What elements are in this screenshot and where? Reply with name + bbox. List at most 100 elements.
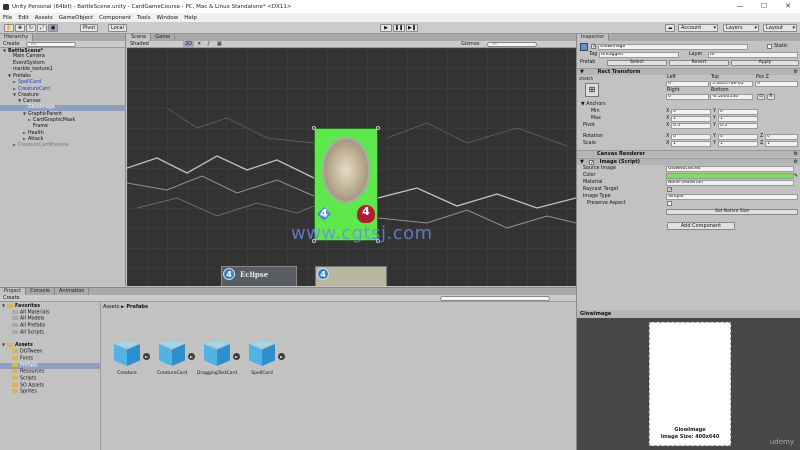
- minimize-button[interactable]: —: [728, 0, 752, 13]
- expand-prefab-icon[interactable]: ►: [278, 353, 285, 360]
- step-button-icon[interactable]: ▶❚: [406, 24, 418, 32]
- raw-edit-icon[interactable]: R: [767, 94, 775, 100]
- pivot-x-field[interactable]: 0.5: [671, 123, 711, 129]
- tag-dropdown[interactable]: Untagged: [599, 52, 679, 58]
- rect-handle-tr[interactable]: [376, 126, 380, 130]
- source-image-field[interactable]: GlowNotSliced: [666, 166, 794, 172]
- max-x-field[interactable]: 1: [671, 116, 711, 122]
- prefab-asset[interactable]: ► SpellCard: [242, 341, 285, 376]
- rect-transform-header[interactable]: ▼ Rect Transform ⚙: [577, 68, 800, 75]
- left-field[interactable]: 0: [666, 81, 709, 87]
- rect-handle-tl[interactable]: [312, 126, 316, 130]
- tab-game[interactable]: Game: [151, 34, 176, 41]
- menu-gameobject[interactable]: GameObject: [59, 15, 93, 21]
- raycast-target-checkbox[interactable]: ✓: [667, 187, 672, 193]
- anchor-preset-icon[interactable]: ⊞: [585, 83, 599, 97]
- project-tree-item[interactable]: All Scripts: [0, 329, 100, 337]
- add-component-button[interactable]: Add Component: [667, 222, 735, 230]
- project-tree-item[interactable]: Prefabs: [0, 362, 100, 370]
- 2d-toggle[interactable]: 2D: [183, 41, 195, 47]
- project-tree-item[interactable]: Scripts: [0, 375, 100, 383]
- effects-toggle-icon[interactable]: ▦: [217, 41, 222, 47]
- hierarchy-create-button[interactable]: Create: [3, 41, 20, 47]
- rot-x-field[interactable]: 0: [671, 134, 711, 140]
- menu-assets[interactable]: Assets: [35, 15, 53, 21]
- pivot-toggle[interactable]: Pivot: [80, 24, 99, 32]
- project-tree-item[interactable]: ▼ Assets: [0, 342, 100, 349]
- canvas-renderer-header[interactable]: Canvas Renderer ⚙: [577, 150, 800, 157]
- min-y-field[interactable]: 0: [718, 109, 758, 115]
- expand-prefab-icon[interactable]: ►: [143, 353, 150, 360]
- set-native-size-button[interactable]: Set Native Size: [666, 209, 798, 215]
- menu-tools[interactable]: Tools: [137, 15, 151, 21]
- bottom-field[interactable]: -0.5000534: [710, 94, 753, 100]
- layout-dropdown[interactable]: Layout: [763, 24, 797, 32]
- eyedropper-icon[interactable]: ✎: [794, 173, 798, 179]
- hierarchy-search-input[interactable]: All: [26, 42, 76, 47]
- scene-search-input[interactable]: All: [487, 42, 537, 47]
- tab-project[interactable]: Project: [0, 288, 27, 295]
- tab-console[interactable]: Console: [26, 288, 55, 295]
- play-button-icon[interactable]: ▶: [380, 24, 392, 32]
- tab-animation[interactable]: Animation: [54, 288, 90, 295]
- menu-file[interactable]: File: [3, 15, 12, 21]
- max-y-field[interactable]: 1: [718, 116, 758, 122]
- scene-viewport[interactable]: 4 4 www.cgtsj.com Eclipse 4 4: [127, 48, 576, 286]
- breadcrumb-assets[interactable]: Assets: [103, 304, 119, 310]
- project-search-input[interactable]: [440, 296, 550, 301]
- menu-help[interactable]: Help: [184, 15, 197, 21]
- image-type-dropdown[interactable]: Simple: [666, 194, 798, 200]
- hand-tool-icon[interactable]: ✋: [4, 24, 14, 32]
- move-tool-icon[interactable]: ✥: [15, 24, 25, 32]
- menu-window[interactable]: Window: [157, 15, 179, 21]
- min-x-field[interactable]: 0: [671, 109, 711, 115]
- prefab-asset[interactable]: ► Creature: [107, 341, 150, 376]
- blueprint-mode-icon[interactable]: ⊡: [757, 94, 765, 100]
- project-tree-item[interactable]: All Prefabs: [0, 323, 100, 330]
- prefab-revert-button[interactable]: Revert: [669, 60, 729, 66]
- static-checkbox[interactable]: [767, 44, 772, 49]
- menu-edit[interactable]: Edit: [18, 15, 29, 21]
- project-tree-item[interactable]: DOTween: [0, 349, 100, 356]
- project-tree-item[interactable]: ▼ Favorites: [0, 303, 100, 310]
- account-dropdown[interactable]: Account: [678, 24, 718, 32]
- preserve-aspect-checkbox[interactable]: [667, 201, 672, 206]
- material-field[interactable]: None (Material): [666, 180, 794, 186]
- maximize-button[interactable]: ☐: [752, 0, 776, 13]
- posz-field[interactable]: 0: [755, 81, 798, 87]
- prefab-select-button[interactable]: Select: [607, 60, 667, 66]
- expand-prefab-icon[interactable]: ►: [188, 353, 195, 360]
- lighting-toggle-icon[interactable]: ☀: [197, 41, 201, 47]
- project-tree-item[interactable]: All Materials: [0, 309, 100, 317]
- pivot-y-field[interactable]: 0.5: [718, 123, 758, 129]
- hierarchy-item[interactable]: ► CreatureCardPreview: [0, 142, 126, 148]
- project-tree-item[interactable]: Sprites: [0, 389, 100, 396]
- project-tree-item[interactable]: Resources: [0, 369, 100, 376]
- layer-dropdown[interactable]: UI: [708, 52, 798, 58]
- scale-tool-icon[interactable]: ⤢: [37, 24, 47, 32]
- rotate-tool-icon[interactable]: ↻: [26, 24, 36, 32]
- active-checkbox[interactable]: ✓: [591, 44, 596, 50]
- rect-tool-icon[interactable]: ▣: [48, 24, 58, 32]
- project-tree-item[interactable]: All Models: [0, 316, 100, 323]
- image-enabled-checkbox[interactable]: ✓: [589, 160, 594, 166]
- pause-button-icon[interactable]: ❚❚: [393, 24, 405, 32]
- shaded-dropdown[interactable]: Shaded: [130, 41, 149, 47]
- image-script-header[interactable]: ▼ ✓ Image (Script) ⚙: [577, 158, 800, 166]
- cloud-icon[interactable]: ☁: [665, 24, 675, 32]
- color-swatch[interactable]: [666, 173, 794, 179]
- menu-component[interactable]: Component: [99, 15, 131, 21]
- top-field[interactable]: 5.340576e-05: [710, 81, 753, 87]
- canvas-renderer-gear-icon[interactable]: ⚙: [794, 151, 798, 157]
- prefab-asset[interactable]: ► DraggingTestCard: [197, 341, 240, 376]
- local-toggle[interactable]: Local: [108, 24, 127, 32]
- rot-z-field[interactable]: 0: [765, 134, 798, 140]
- expand-prefab-icon[interactable]: ►: [233, 353, 240, 360]
- image-gear-icon[interactable]: ⚙: [794, 159, 798, 165]
- scale-x-field[interactable]: 1: [671, 141, 711, 147]
- project-tree-item[interactable]: SO Assets: [0, 382, 100, 390]
- layers-dropdown[interactable]: Layers: [723, 24, 759, 32]
- gizmos-dropdown[interactable]: Gizmos: [461, 41, 479, 47]
- scale-y-field[interactable]: 1: [718, 141, 758, 147]
- right-field[interactable]: 0: [666, 94, 709, 100]
